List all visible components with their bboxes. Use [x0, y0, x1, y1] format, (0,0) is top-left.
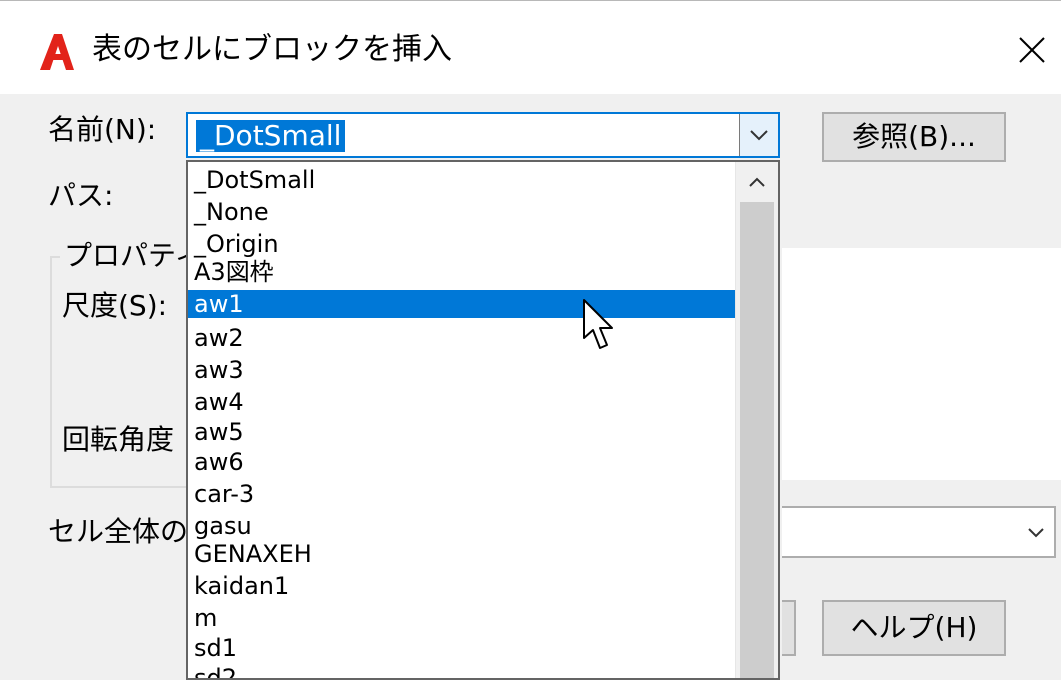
mouse-pointer-icon	[583, 299, 613, 349]
list-item[interactable]: aw6	[188, 448, 736, 476]
title-bar: 表のセルにブロックを挿入	[0, 0, 1061, 94]
scroll-up-button[interactable]	[736, 162, 778, 202]
chevron-down-icon	[1028, 528, 1044, 538]
list-item[interactable]: GENAXEH	[188, 540, 736, 568]
chevron-up-icon	[749, 177, 765, 187]
list-item[interactable]: m	[188, 604, 736, 632]
list-item[interactable]: kaidan1	[188, 572, 736, 600]
ok-button-edge[interactable]	[782, 600, 796, 656]
path-label: パス:	[48, 179, 114, 212]
close-icon[interactable]	[1010, 28, 1054, 72]
title-bar-border	[0, 0, 1061, 1]
list-item[interactable]: A3図枠	[188, 258, 736, 286]
name-label: 名前(N):	[48, 113, 157, 146]
dropdown-scrollbar[interactable]	[735, 162, 778, 678]
help-button[interactable]: ヘルプ(H)	[822, 600, 1006, 656]
chevron-down-icon	[750, 130, 768, 141]
list-item[interactable]: aw3	[188, 356, 736, 384]
block-name-dropdown-list[interactable]: _DotSmall _None _Origin A3図枠 aw1 aw2 aw3…	[186, 160, 780, 680]
autocad-logo-icon	[40, 34, 74, 70]
list-item-selected[interactable]: aw1	[188, 290, 736, 318]
scale-label: 尺度(S):	[62, 289, 168, 322]
properties-group-label: プロパティ	[60, 240, 207, 272]
list-item[interactable]: _None	[188, 198, 736, 226]
rotation-label: 回転角度	[62, 423, 175, 456]
combo-dropdown-button[interactable]	[739, 114, 778, 156]
scroll-thumb[interactable]	[740, 202, 774, 678]
name-combobox-value: _DotSmall	[196, 120, 346, 152]
list-item[interactable]: car-3	[188, 480, 736, 508]
insert-block-dialog: 表のセルにブロックを挿入 名前(N): _DotSmall 参照(B)... パ…	[0, 0, 1061, 680]
window-title: 表のセルにブロックを挿入	[92, 32, 452, 67]
list-item[interactable]: _Origin	[188, 230, 736, 258]
list-item[interactable]: aw5	[188, 418, 736, 446]
list-item[interactable]: aw4	[188, 388, 736, 416]
cell-alignment-label: セル全体の	[48, 515, 189, 548]
list-item[interactable]: sd1	[188, 634, 736, 662]
list-item[interactable]: _DotSmall	[188, 166, 736, 194]
browse-button[interactable]: 参照(B)...	[822, 112, 1006, 162]
name-combobox[interactable]: _DotSmall	[186, 112, 780, 158]
block-preview	[782, 248, 1061, 480]
cell-alignment-select[interactable]	[782, 506, 1056, 558]
list-item[interactable]: gasu	[188, 512, 736, 540]
list-item[interactable]: aw2	[188, 324, 736, 352]
